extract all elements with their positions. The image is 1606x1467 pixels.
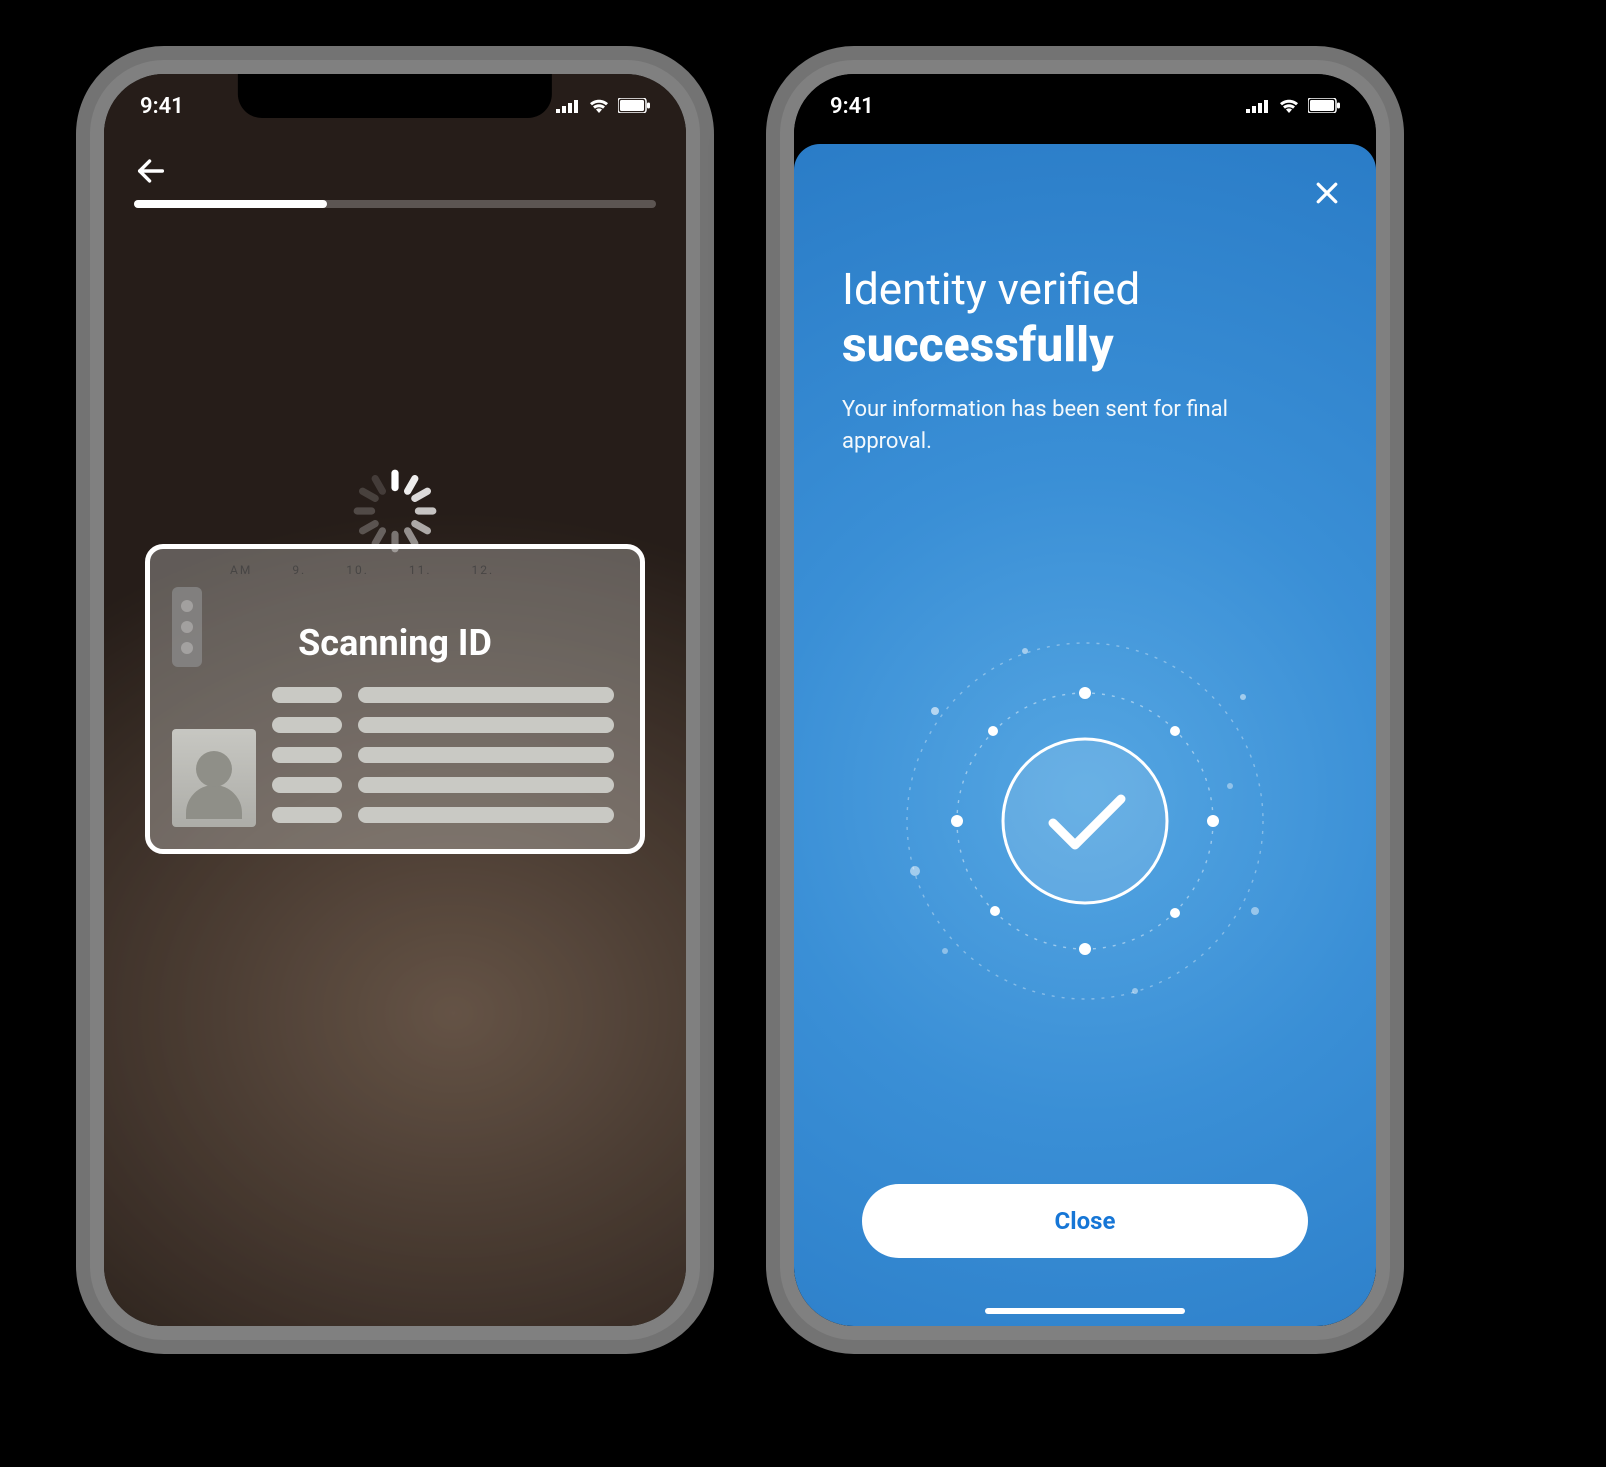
- success-title-line2: successfully: [842, 317, 1328, 372]
- close-icon[interactable]: [1312, 178, 1342, 212]
- success-subtitle: Your information has been sent for final…: [842, 394, 1262, 458]
- cellular-icon: [556, 94, 580, 119]
- status-time: 9:41: [140, 94, 184, 119]
- close-button-label: Close: [1055, 1207, 1116, 1235]
- battery-icon: [618, 94, 650, 119]
- success-checkmark-graphic: [842, 458, 1328, 1184]
- scan-progress-fill: [134, 200, 327, 208]
- success-screen: Identity verified successfully Your info…: [794, 74, 1376, 1326]
- wifi-icon: [588, 94, 610, 119]
- success-title: Identity verified successfully: [842, 264, 1328, 372]
- wifi-icon: [1278, 94, 1300, 119]
- id-header-labels: AM9.10.11.12.: [230, 563, 620, 577]
- status-indicators: [556, 94, 650, 119]
- phone-screen-scan: 9:41: [104, 74, 686, 1326]
- home-indicator[interactable]: [985, 1308, 1185, 1314]
- success-sheet: Identity verified successfully Your info…: [794, 144, 1376, 1326]
- notch: [238, 74, 552, 118]
- back-button[interactable]: [134, 154, 168, 192]
- status-time: 9:41: [830, 94, 874, 119]
- scan-progress-track: [134, 200, 656, 208]
- id-field-lines: [272, 687, 614, 823]
- id-card-outline: AM9.10.11.12.: [145, 544, 645, 854]
- close-button[interactable]: Close: [862, 1184, 1308, 1258]
- phone-frame-scan: 9:41: [90, 60, 700, 1340]
- id-photo-placeholder: [172, 729, 256, 827]
- phone-screen-success: 9:41: [794, 74, 1376, 1326]
- status-indicators: [1246, 94, 1340, 119]
- success-title-line1: Identity verified: [842, 264, 1328, 315]
- spinner-icon: [350, 466, 440, 560]
- phone-frame-success: 9:41: [780, 60, 1390, 1340]
- scanning-label: Scanning ID: [104, 622, 686, 664]
- cellular-icon: [1246, 94, 1270, 119]
- notch: [928, 74, 1242, 118]
- battery-icon: [1308, 94, 1340, 119]
